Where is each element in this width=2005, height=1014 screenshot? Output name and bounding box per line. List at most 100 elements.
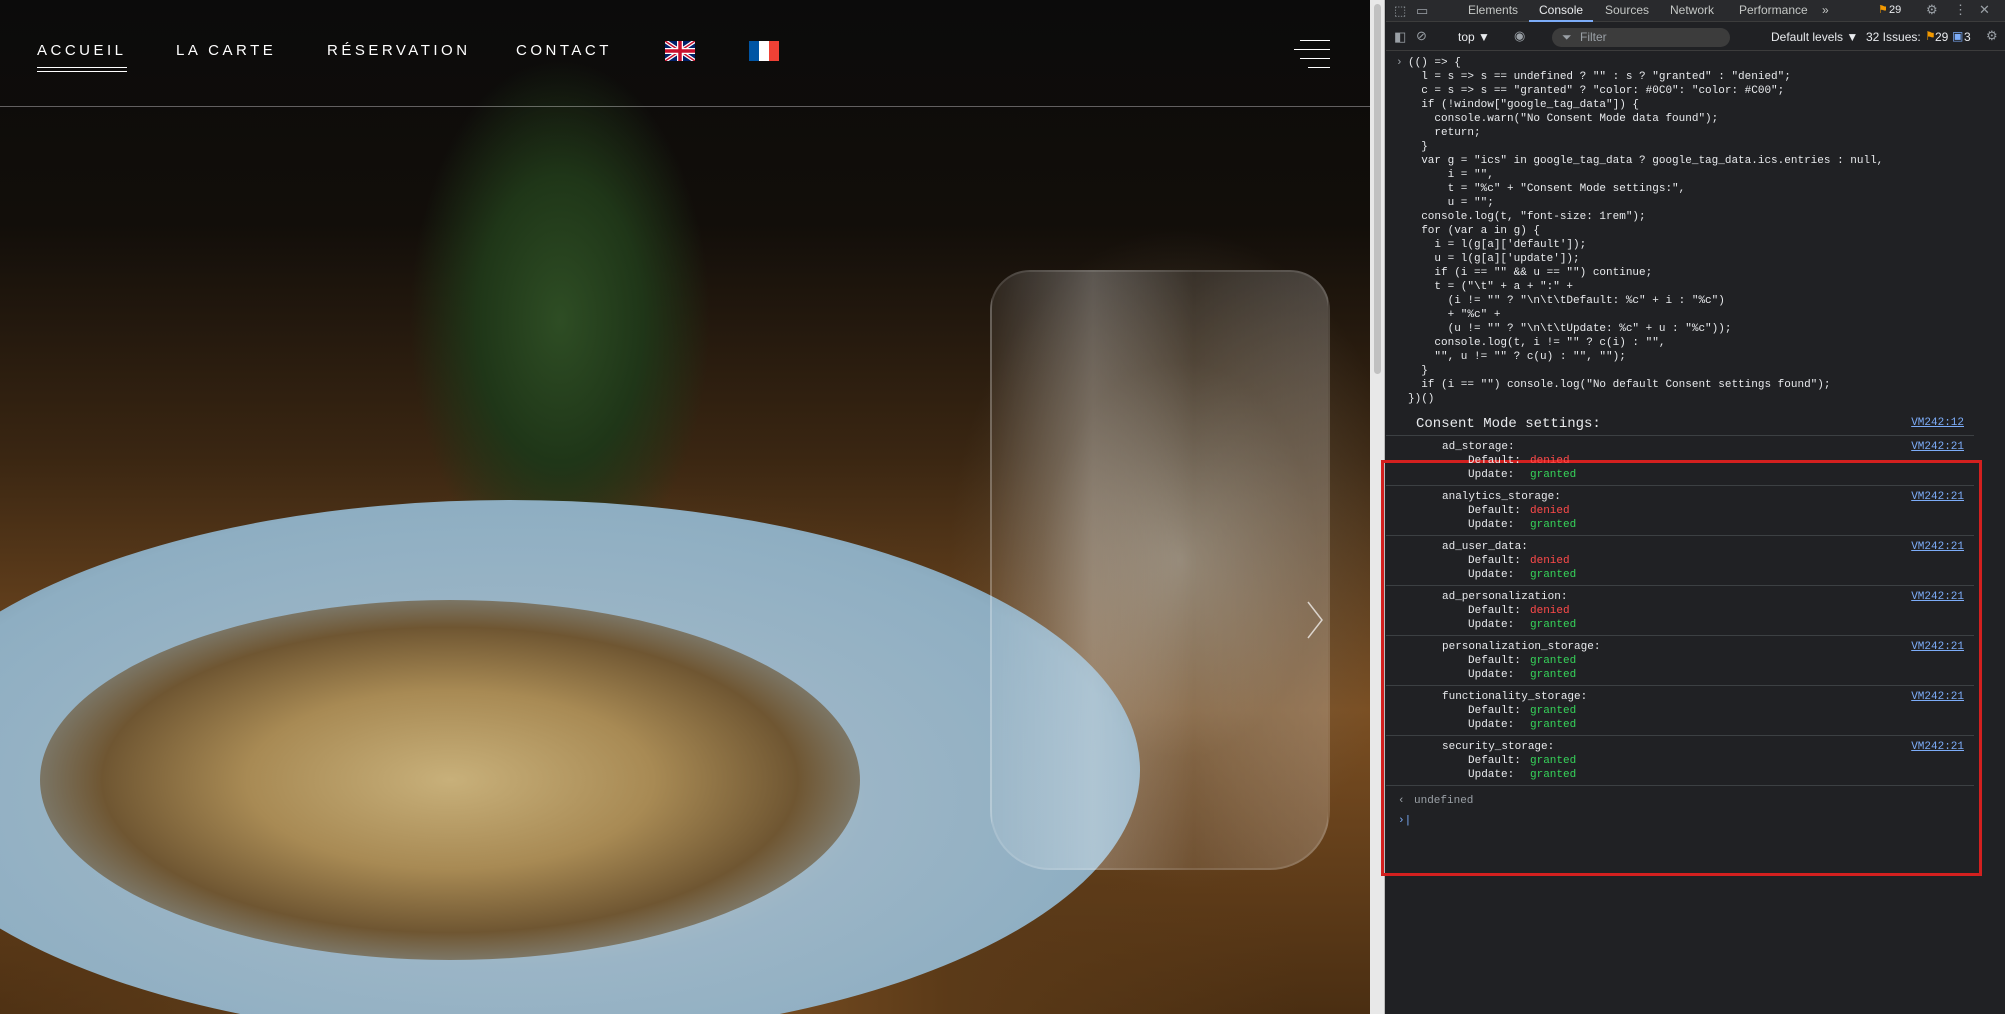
source-link[interactable]: VM242:21 — [1911, 690, 1964, 704]
update-status: granted — [1530, 469, 1577, 481]
source-link[interactable]: VM242:21 — [1911, 740, 1964, 754]
code-line: if (!window["google_tag_data"]) { — [1408, 99, 1640, 111]
code-line: (i != "" ? "\n\t\tDefault: %c" + i : "%c… — [1408, 295, 1725, 307]
device-toolbar-icon[interactable]: ▭ — [1416, 3, 1428, 19]
default-status: denied — [1530, 455, 1570, 467]
nav-contact[interactable]: CONTACT — [516, 42, 612, 59]
source-link[interactable]: VM242:12 — [1911, 416, 1964, 430]
return-arrow-icon: ‹ — [1398, 795, 1405, 807]
code-line: i = "", — [1408, 169, 1494, 181]
devtools-tabbar: ⬚ ▭ Elements Console Sources Network Per… — [1386, 0, 2005, 22]
nav-accueil[interactable]: ACCUEIL — [37, 42, 127, 72]
code-line: u = l(g[a]['update']); — [1408, 253, 1580, 265]
clear-console-icon[interactable]: ⊘ — [1416, 28, 1427, 44]
log-levels-dropdown[interactable]: Default levels ▼ — [1771, 30, 1858, 44]
inspect-element-icon[interactable]: ⬚ — [1394, 3, 1406, 19]
consent-entry-row: ad_personalization: VM242:21 Default: denie… — [1386, 588, 1974, 636]
sidebar-toggle-icon[interactable]: ◧ — [1394, 29, 1406, 45]
chevron-right-icon[interactable] — [1305, 600, 1325, 640]
source-link[interactable]: VM242:21 — [1911, 540, 1964, 554]
settings-gear-icon[interactable]: ⚙ — [1926, 2, 1938, 18]
code-line: t = "%c" + "Consent Mode settings:", — [1408, 183, 1686, 195]
issues-warning-count[interactable]: 29 — [1935, 30, 1948, 44]
consent-entry-row: analytics_storage: VM242:21 Default: denied… — [1386, 488, 1974, 536]
code-line: if (i == "" && u == "") continue; — [1408, 267, 1653, 279]
hamburger-menu-icon[interactable] — [1294, 38, 1330, 68]
hero-image-glass — [990, 270, 1330, 870]
code-line: if (i == "") console.log("No default Con… — [1408, 379, 1831, 391]
console-prompt-caret[interactable]: ›| — [1398, 814, 1411, 828]
consent-type-name: analytics_storage: — [1442, 491, 1561, 503]
default-status: granted — [1530, 655, 1577, 667]
code-line: (u != "" ? "\n\t\tUpdate: %c" + u : "%c"… — [1408, 323, 1732, 335]
default-label: Default: — [1468, 605, 1521, 617]
console-filter-input[interactable]: ⏷ Filter — [1552, 28, 1730, 47]
console-settings-icon[interactable]: ⚙ — [1986, 28, 1998, 44]
issues-info-icon: ▣ — [1952, 29, 1964, 43]
code-line: var g = "ics" in google_tag_data ? googl… — [1408, 155, 1884, 167]
source-link[interactable]: VM242:21 — [1911, 640, 1964, 654]
france-flag-icon[interactable] — [749, 41, 779, 61]
update-status: granted — [1530, 769, 1577, 781]
default-status: denied — [1530, 605, 1570, 617]
tab-performance[interactable]: Performance — [1739, 3, 1808, 17]
source-link[interactable]: VM242:21 — [1911, 490, 1964, 504]
default-status: denied — [1530, 555, 1570, 567]
consent-entry-row: ad_user_data: VM242:21 Default: denied Updat… — [1386, 538, 1974, 586]
source-link[interactable]: VM242:21 — [1911, 440, 1964, 454]
console-input-code: (() => { l = s => s == undefined ? "" : … — [1408, 56, 1883, 406]
code-line: } — [1408, 365, 1428, 377]
website-viewport: ACCUEIL LA CARTE RÉSERVATION CONTACT — [0, 0, 1370, 1014]
live-expression-eye-icon[interactable]: ◉ — [1514, 28, 1525, 44]
more-tabs-button[interactable]: » — [1822, 3, 1829, 17]
code-line: return; — [1408, 127, 1481, 139]
consent-type-name: functionality_storage: — [1442, 691, 1588, 703]
code-line: "", u != "" ? c(u) : "", ""); — [1408, 351, 1626, 363]
default-label: Default: — [1468, 555, 1521, 567]
tab-network[interactable]: Network — [1670, 3, 1714, 17]
update-label: Update: — [1468, 469, 1515, 481]
code-line: console.log(t, i != "" ? c(i) : "", — [1408, 337, 1666, 349]
update-label: Update: — [1468, 569, 1515, 581]
close-devtools-icon[interactable]: ✕ — [1979, 2, 1990, 18]
code-line: console.log(t, "font-size: 1rem"); — [1408, 211, 1646, 223]
consent-entry-row: personalization_storage: VM242:21 Default:… — [1386, 638, 1974, 686]
issues-info-count[interactable]: 3 — [1964, 30, 1971, 44]
issues-warning-icon[interactable]: ⚑ — [1878, 3, 1888, 16]
consent-type-name: ad_personalization: — [1442, 591, 1568, 603]
consent-type-name: ad_storage: — [1442, 441, 1515, 453]
default-status: granted — [1530, 705, 1577, 717]
consent-entry-row: ad_storage: VM242:21 Default: denied Update:… — [1386, 438, 1974, 486]
update-label: Update: — [1468, 719, 1515, 731]
consent-header: Consent Mode settings: — [1416, 416, 1601, 432]
issues-count-label[interactable]: 32 Issues: — [1866, 30, 1921, 44]
nav-la-carte[interactable]: LA CARTE — [176, 42, 276, 59]
filter-placeholder: Filter — [1580, 30, 1607, 44]
tab-elements[interactable]: Elements — [1468, 3, 1518, 17]
context-selector[interactable]: top ▼ — [1458, 30, 1490, 44]
return-value: undefined — [1414, 795, 1474, 807]
default-label: Default: — [1468, 705, 1521, 717]
code-line: for (var a in g) { — [1408, 225, 1541, 237]
update-status: granted — [1530, 719, 1577, 731]
more-options-icon[interactable]: ⋮ — [1954, 2, 1967, 18]
code-line: })() — [1408, 393, 1435, 405]
code-line: + "%c" + — [1408, 309, 1501, 321]
consent-type-name: personalization_storage: — [1442, 641, 1601, 653]
consent-entry-row: functionality_storage: VM242:21 Default: gr… — [1386, 688, 1974, 736]
default-label: Default: — [1468, 655, 1521, 667]
tab-sources[interactable]: Sources — [1605, 3, 1649, 17]
source-link[interactable]: VM242:21 — [1911, 590, 1964, 604]
update-label: Update: — [1468, 519, 1515, 531]
default-label: Default: — [1468, 455, 1521, 467]
issues-badge-count[interactable]: 29 — [1889, 4, 1901, 16]
uk-flag-icon[interactable] — [665, 41, 695, 61]
default-label: Default: — [1468, 755, 1521, 767]
tab-console[interactable]: Console — [1528, 3, 1594, 22]
consent-header-row: Consent Mode settings: VM242:12 — [1386, 414, 1974, 436]
console-output[interactable]: › (() => { l = s => s == undefined ? "" … — [1381, 52, 2005, 1014]
scrollbar-thumb[interactable] — [1374, 4, 1381, 374]
default-status: denied — [1530, 505, 1570, 517]
code-line: } — [1408, 141, 1428, 153]
nav-reservation[interactable]: RÉSERVATION — [327, 42, 471, 59]
